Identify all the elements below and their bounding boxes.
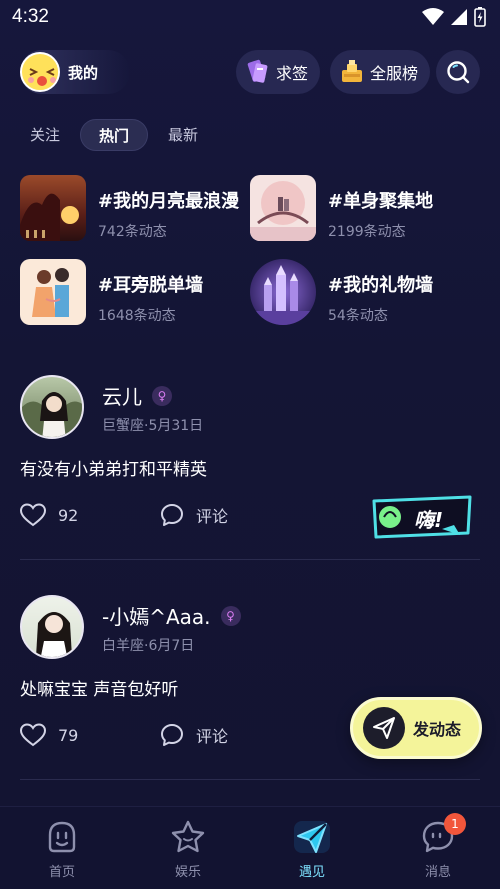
fortune-button[interactable]: 求签: [236, 50, 321, 94]
topic-count: 1648条动态: [98, 308, 176, 324]
send-icon: [294, 821, 330, 853]
post-card[interactable]: -小嫣^Aaa. ♀ 白羊座·6月7日 处嘛宝宝 声音包好听 79 评论: [20, 595, 480, 747]
heart-icon: [20, 503, 46, 527]
avatar[interactable]: [20, 375, 84, 439]
my-label: 我的: [68, 63, 99, 82]
post-author-name[interactable]: 云儿 ♀: [102, 381, 172, 410]
post-author-text: 云儿: [102, 385, 142, 409]
topic-title: #我的礼物墙: [328, 275, 434, 296]
bottom-nav: 首页 娱乐 遇见 消息 1: [0, 806, 500, 889]
my-avatar: [20, 52, 60, 92]
search-icon: [447, 61, 470, 84]
header: 我的 求签 全服榜: [0, 46, 500, 98]
nav-label: 娱乐: [174, 865, 201, 880]
heart-icon: [20, 723, 46, 747]
topic-item[interactable]: #耳旁脱单墙 1648条动态: [20, 259, 250, 325]
app-screen: 4:32 我的 求签 全服榜 关注 热门 最新 #我的月亮最浪漫 742条动态 …: [0, 0, 500, 889]
publish-post-button[interactable]: 发动态: [350, 697, 482, 759]
comment-label: 评论: [196, 507, 229, 526]
topic-thumbnail: [20, 259, 86, 325]
like-button[interactable]: 79: [20, 723, 78, 747]
tab-hot[interactable]: 热门: [80, 119, 149, 151]
nav-label: 遇见: [298, 865, 325, 880]
greet-button[interactable]: 嗨!: [370, 495, 474, 539]
send-icon: [363, 707, 405, 749]
topic-title: #单身聚集地: [328, 191, 434, 212]
greet-text: 嗨!: [414, 508, 444, 532]
nav-item-home[interactable]: 首页: [22, 819, 102, 880]
status-bar: 4:32: [0, 0, 500, 36]
nav-item-entertainment[interactable]: 娱乐: [148, 819, 228, 880]
post-actions: 92 评论 嗨!: [20, 495, 480, 539]
nav-label: 首页: [48, 865, 75, 880]
post-divider: [20, 559, 480, 560]
topic-title: #我的月亮最浪漫: [98, 191, 240, 212]
post-divider: [20, 779, 480, 780]
unread-badge: 1: [444, 813, 466, 835]
comment-icon: [161, 504, 183, 526]
home-icon: [48, 821, 76, 853]
post-meta: 白羊座·6月7日: [102, 638, 195, 654]
fortune-label: 求签: [276, 64, 309, 83]
comment-icon: [161, 724, 183, 746]
ranking-label: 全服榜: [370, 64, 419, 83]
post-meta: 巨蟹座·5月31日: [102, 418, 204, 434]
fortune-stick-icon: [247, 59, 268, 83]
avatar[interactable]: [20, 595, 84, 659]
wifi-icon: [422, 8, 444, 25]
topic-item[interactable]: #我的月亮最浪漫 742条动态: [20, 175, 250, 241]
star-icon: [171, 820, 205, 853]
signal-icon: [451, 9, 467, 25]
status-time: 4:32: [12, 6, 49, 27]
post-content: 有没有小弟弟打和平精英: [20, 460, 207, 480]
battery-icon: [474, 7, 486, 27]
comment-button[interactable]: 评论: [160, 503, 228, 527]
like-count: 79: [58, 725, 79, 745]
topic-item[interactable]: #我的礼物墙 54条动态: [250, 259, 480, 325]
nav-label: 消息: [424, 865, 451, 880]
topic-thumbnail: [20, 175, 86, 241]
trophy-icon: [342, 60, 362, 82]
post-card[interactable]: 云儿 ♀ 巨蟹座·5月31日 有没有小弟弟打和平精英 92 评论 嗨!: [20, 375, 480, 539]
topic-count: 2199条动态: [328, 224, 406, 240]
tab-follow[interactable]: 关注: [20, 119, 70, 151]
female-icon: ♀: [220, 605, 241, 626]
nav-item-messages[interactable]: 消息 1: [398, 813, 478, 880]
topic-item[interactable]: #单身聚集地 2199条动态: [250, 175, 480, 241]
topic-thumbnail: [250, 259, 316, 325]
comment-label: 评论: [196, 727, 229, 746]
my-profile-button[interactable]: 我的: [20, 50, 130, 94]
topic-count: 54条动态: [328, 308, 388, 324]
topic-title: #耳旁脱单墙: [98, 275, 204, 296]
nav-item-meet[interactable]: 遇见: [272, 819, 352, 880]
comment-button[interactable]: 评论: [160, 723, 228, 747]
ranking-button[interactable]: 全服榜: [330, 50, 431, 94]
status-icons: [422, 7, 486, 27]
feed-tabs: 关注 热门 最新: [20, 118, 208, 152]
post-author-text: -小嫣^Aaa.: [102, 605, 211, 629]
female-icon: ♀: [152, 385, 172, 406]
search-button[interactable]: [436, 50, 480, 94]
post-content: 处嘛宝宝 声音包好听: [20, 680, 179, 700]
like-button[interactable]: 92: [20, 503, 78, 527]
post-author-name[interactable]: -小嫣^Aaa. ♀: [102, 601, 241, 630]
topic-thumbnail: [250, 175, 316, 241]
tab-latest[interactable]: 最新: [158, 119, 208, 151]
topic-count: 742条动态: [98, 224, 167, 240]
emoji-face-icon: [23, 55, 58, 90]
like-count: 92: [58, 505, 79, 525]
publish-label: 发动态: [413, 720, 462, 739]
